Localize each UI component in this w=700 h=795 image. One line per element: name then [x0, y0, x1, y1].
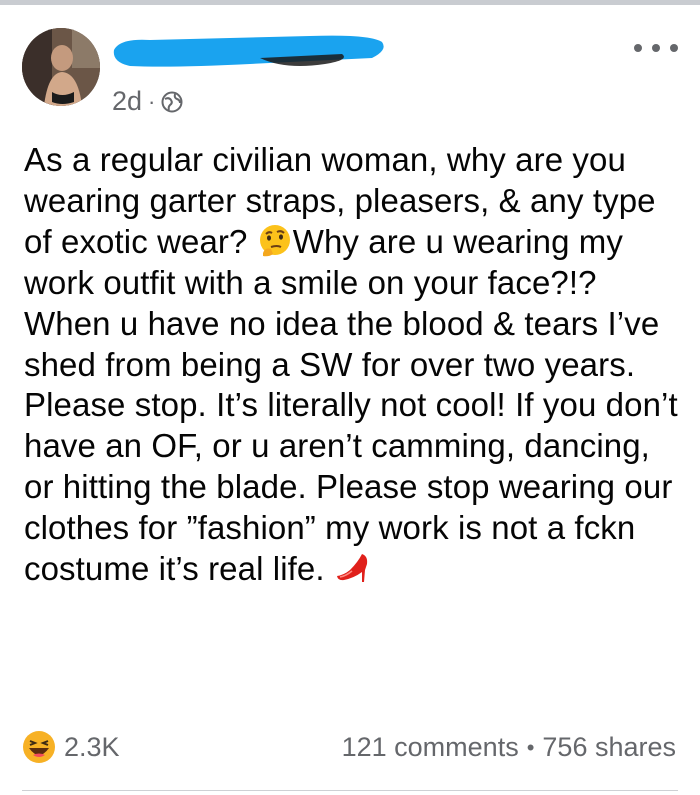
post-meta: 2d · — [112, 86, 183, 117]
meta-separator: · — [148, 88, 156, 114]
dot-icon — [634, 44, 642, 52]
redacted-username — [110, 28, 390, 81]
post-time[interactable]: 2d — [112, 86, 142, 117]
reaction-count: 2.3K — [64, 731, 120, 762]
shares-link[interactable]: 756 shares — [542, 732, 676, 763]
dot-icon — [670, 44, 678, 52]
comments-link[interactable]: 121 comments — [342, 732, 519, 763]
engagement-stats: 121 comments • 756 shares — [342, 732, 676, 763]
more-options-button[interactable] — [634, 38, 678, 58]
globe-icon — [161, 91, 183, 112]
thinking-face-icon — [259, 224, 290, 257]
post-header: 2d · — [0, 20, 700, 120]
post-text-part-2: Why are u wearing my work outfit with a … — [24, 222, 678, 588]
avatar[interactable] — [22, 28, 100, 106]
post-footer: 2.3K 121 comments • 756 shares — [0, 730, 700, 774]
dot-icon — [652, 44, 660, 52]
top-border — [0, 0, 700, 5]
high-heel-icon — [336, 554, 368, 583]
post-body: As a regular civilian woman, why are you… — [24, 140, 684, 590]
laughing-face-icon — [23, 731, 55, 763]
divider — [22, 790, 678, 791]
reactions-summary[interactable]: 2.3K — [22, 730, 120, 764]
stats-separator: • — [526, 734, 535, 760]
